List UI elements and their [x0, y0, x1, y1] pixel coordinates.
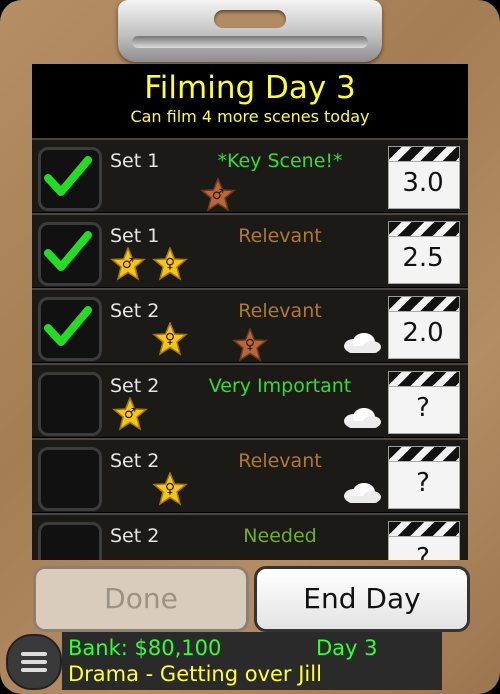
scene-set-label: Set 1 — [110, 150, 160, 172]
star-icon: ♀ — [152, 246, 188, 281]
cloud-icon — [342, 332, 382, 358]
done-button[interactable]: Done — [33, 566, 249, 632]
scene-score: 2.0 — [402, 318, 444, 348]
status-bar: Bank: $80,100 Day 3 Drama - Getting over… — [62, 632, 442, 690]
end-day-button[interactable]: End Day — [254, 566, 470, 632]
scene-importance: Very Important — [208, 375, 352, 397]
clapperboard-icon: 2.0 — [388, 296, 460, 359]
scene-checkbox[interactable] — [38, 522, 102, 560]
sheet-header: Filming Day 3 Can film 4 more scenes tod… — [32, 64, 468, 138]
star-icon: ♀ — [232, 327, 268, 362]
scene-set-label: Set 2 — [110, 525, 160, 547]
star-icon: ♀ — [152, 471, 188, 506]
bank-balance: Bank: $80,100 — [68, 636, 222, 660]
checkmark-icon — [44, 156, 92, 196]
scene-row[interactable]: Set 1 *Key Scene!* ♂ 3.0 — [32, 138, 468, 212]
scene-checkbox[interactable] — [38, 372, 102, 436]
scene-row[interactable]: Set 2 Relevant ♀? — [32, 438, 468, 512]
scene-set-label: Set 2 — [110, 375, 160, 397]
scene-row[interactable]: Set 1 Relevant ♂ ♀ 2.5 — [32, 213, 468, 287]
scene-importance: Needed — [243, 525, 317, 547]
scene-score: ? — [416, 393, 430, 423]
scene-row[interactable]: Set 2 Needed? — [32, 513, 468, 560]
scene-importance: Relevant — [238, 450, 322, 472]
checkmark-icon — [44, 231, 92, 271]
scene-row[interactable]: Set 2 Very Important ♂? — [32, 363, 468, 437]
scene-importance: Relevant — [238, 300, 322, 322]
scene-sheet: Filming Day 3 Can film 4 more scenes tod… — [32, 64, 468, 560]
scene-row[interactable]: Set 2 Relevant ♀ ♀ 2.0 — [32, 288, 468, 362]
scene-set-label: Set 2 — [110, 300, 160, 322]
scene-checkbox[interactable] — [38, 297, 102, 361]
scene-set-label: Set 1 — [110, 225, 160, 247]
star-icon: ♂ — [200, 177, 236, 212]
scene-set-label: Set 2 — [110, 450, 160, 472]
clapperboard-icon: 3.0 — [388, 146, 460, 209]
scene-score: 2.5 — [402, 243, 444, 273]
clipboard-clip — [118, 0, 382, 62]
clapperboard-icon: ? — [388, 371, 460, 434]
scene-checkbox[interactable] — [38, 222, 102, 286]
page-title: Filming Day 3 — [144, 70, 356, 106]
day-counter: Day 3 — [316, 636, 378, 660]
scenes-remaining-text: Can film 4 more scenes today — [130, 107, 370, 126]
star-icon: ♂ — [112, 396, 148, 431]
cloud-icon — [342, 407, 382, 433]
scene-checkbox[interactable] — [38, 147, 102, 211]
star-icon: ♂ — [110, 246, 146, 281]
clapperboard-icon: ? — [388, 446, 460, 509]
clapperboard-icon: 2.5 — [388, 221, 460, 284]
clapperboard-icon: ? — [388, 521, 460, 560]
scene-score: 3.0 — [402, 168, 444, 198]
cloud-icon — [342, 482, 382, 508]
star-icon: ♀ — [152, 321, 188, 356]
scene-score: ? — [416, 543, 430, 560]
checkmark-icon — [44, 306, 92, 346]
scene-importance: Relevant — [238, 225, 322, 247]
scene-checkbox[interactable] — [38, 447, 102, 511]
scene-importance: *Key Scene!* — [217, 150, 343, 172]
scene-score: ? — [416, 468, 430, 498]
project-title: Drama - Getting over Jill — [68, 662, 322, 686]
hamburger-menu-icon[interactable] — [6, 634, 62, 690]
